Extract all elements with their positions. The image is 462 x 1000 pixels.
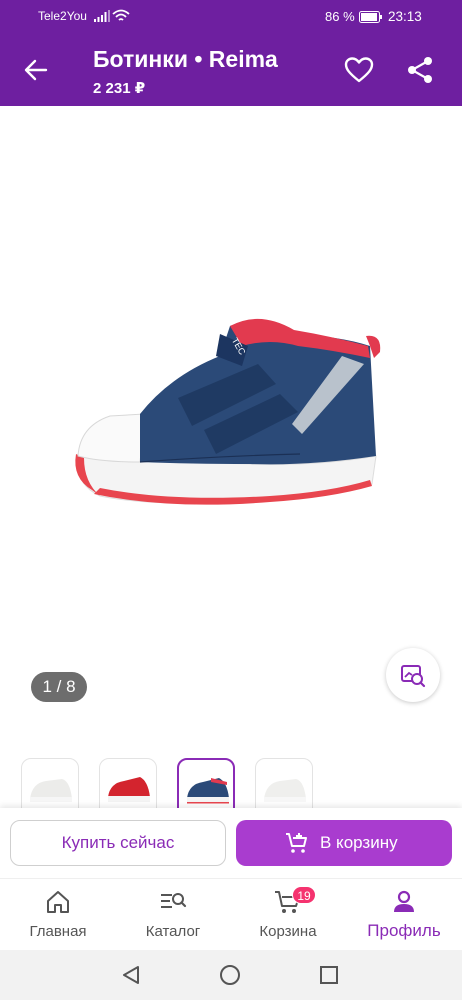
wifi-icon [112,9,130,21]
battery-icon [359,11,382,23]
cart-add-icon [286,833,307,853]
system-back-icon[interactable] [120,964,142,986]
status-bar: Tele2You 86 % 23:13 [0,0,462,34]
system-navigation-bar [0,950,462,1000]
bottom-navigation: Главная Каталог Корзина 19 Профиль [0,878,462,950]
clock: 23:13 [388,9,422,24]
add-to-cart-button[interactable]: В корзину [236,820,452,866]
nav-home[interactable]: Главная [18,879,98,951]
thumbnail-4[interactable] [255,758,313,810]
system-recents-icon[interactable] [318,964,340,986]
signal-icon [94,10,110,22]
app-bar: Ботинки • Reima 2 231 ₽ [0,34,462,106]
thumbnail-strip [0,758,462,810]
image-counter: 1 / 8 [31,672,87,702]
product-title: Ботинки • Reima [93,46,278,72]
product-price: 2 231 ₽ [93,80,146,97]
system-home-icon[interactable] [219,964,241,986]
add-to-cart-label: В корзину [320,833,398,852]
share-icon[interactable] [406,56,434,84]
nav-cart-label: Корзина [259,923,317,940]
image-search-icon [401,665,426,688]
catalog-search-icon [161,893,187,908]
product-image: TEC [75,318,381,505]
heart-icon[interactable] [344,56,374,84]
find-similar-button[interactable] [386,648,440,702]
product-gallery[interactable]: TEC 1 / 8 [0,106,462,746]
buy-now-button[interactable]: Купить сейчас [10,820,226,866]
nav-catalog[interactable]: Каталог [133,879,213,951]
back-arrow-icon[interactable] [22,56,50,84]
action-bar: Купить сейчас В корзину [0,808,462,878]
thumbnail-2[interactable] [99,758,157,810]
nav-cart[interactable]: Корзина [248,879,328,951]
thumbnail-1[interactable] [21,758,79,810]
nav-profile-label: Профиль [367,921,441,940]
nav-home-label: Главная [29,923,87,940]
carrier-name: Tele2You [38,9,87,23]
home-icon [47,891,69,913]
battery-percent: 86 % [325,9,355,24]
profile-icon [394,890,414,912]
thumbnail-3[interactable] [177,758,235,810]
cart-count-badge: 19 [292,886,316,904]
nav-catalog-label: Каталог [145,923,201,940]
nav-profile[interactable]: Профиль [358,879,450,951]
